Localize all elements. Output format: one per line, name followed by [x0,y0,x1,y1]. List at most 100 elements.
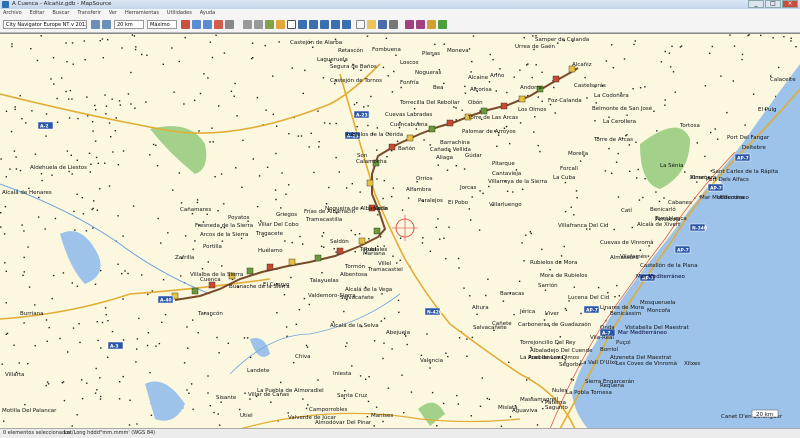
menu-archivo[interactable]: Archivo [0,9,25,18]
road-shield-label: A-23 [356,113,368,119]
route-waypoint[interactable] [552,75,560,83]
window-title: A Cuenca - Alcañiz.gdb - MapSource [12,1,112,7]
route-waypoint[interactable] [480,107,488,115]
back-icon[interactable] [243,20,252,29]
locality-dot [124,270,126,272]
find-places-icon[interactable] [427,20,436,29]
locality-dot [65,90,67,93]
route-waypoint[interactable] [358,237,366,245]
route-waypoint[interactable] [266,263,274,271]
locality-dot [303,297,306,300]
menu-herramientas[interactable]: Herramientas [122,9,162,18]
locality-dot [573,214,575,216]
route-waypoint[interactable] [191,287,199,295]
locality-dot [90,163,92,165]
locality-dot [5,333,7,335]
locality-dot [343,310,345,313]
locality-dot [130,71,132,74]
locality-dot [34,345,36,347]
locality-dot [100,347,102,349]
locality-dot [194,240,196,242]
locality-dot [172,189,174,191]
route-waypoint[interactable] [428,125,436,133]
city-label: Calamocha [356,159,387,165]
locality-dot [220,401,222,403]
route-waypoint[interactable] [373,227,381,235]
copy-icon[interactable] [192,20,201,29]
route-waypoint[interactable] [314,254,322,262]
locality-dot [470,219,472,221]
menu-utilidades[interactable]: Utilidades [164,9,195,18]
route-waypoint[interactable] [500,102,508,110]
locality-dot [653,110,655,112]
city-label: Gúdar [465,152,483,159]
maximize-button[interactable]: □ [765,0,781,8]
map-tool-icon[interactable] [342,20,351,29]
route-tool-icon[interactable] [309,20,318,29]
locality-dot [122,150,125,152]
new-icon[interactable] [356,20,365,29]
zoom-select[interactable]: 20 km [114,20,144,29]
properties-icon[interactable] [225,20,234,29]
route-waypoint[interactable] [406,134,414,142]
locality-dot [131,34,134,36]
city-label: Jérica [519,308,535,315]
menu-editar[interactable]: Editar [27,9,48,18]
forward-icon[interactable] [254,20,263,29]
zoom-out-icon[interactable] [102,20,111,29]
minimize-button[interactable]: _ [748,0,764,8]
route-waypoint[interactable] [288,258,296,266]
road-shield-label: AP-7 [737,156,749,162]
route-waypoint[interactable] [246,267,254,275]
locality-dot [198,130,200,132]
open-icon[interactable] [367,20,376,29]
map-svg[interactable]: A-2A-23A-23A-40N-420A-3AP-7AP-7AP-7AP-7A… [0,34,800,429]
city-label: Alcalá de la Vega [345,286,392,293]
locality-dot [94,109,97,111]
selection-tool-icon[interactable] [287,20,296,29]
locality-dot [46,381,49,383]
locality-dot [323,246,325,248]
app-icon [2,1,9,8]
locality-dot [14,108,16,111]
close-button[interactable]: × [782,0,798,8]
menu-ver[interactable]: Ver [106,9,120,18]
map-product-select[interactable]: City Navigator Europe NT v 2013.1 [3,20,87,29]
locality-dot [674,91,676,93]
paste-icon[interactable] [203,20,212,29]
menu-transferir[interactable]: Transferir [74,9,104,18]
route-waypoint[interactable] [446,119,454,127]
locality-dot [368,376,370,378]
locality-dot [322,77,325,79]
undo-icon[interactable] [181,20,190,29]
send-to-device-icon[interactable] [416,20,425,29]
zoom-tool-icon[interactable] [265,20,274,29]
menu-ayuda[interactable]: Ayuda [197,9,218,18]
detail-select[interactable]: Máximo [147,20,177,29]
waypoint-tool-icon[interactable] [298,20,307,29]
locality-dot [256,96,259,99]
locality-dot [68,170,70,173]
print-icon[interactable] [389,20,398,29]
locality-dot [108,122,111,124]
map-canvas[interactable]: A-2 A-23 A-23 A-40 N-420 A-3 AP-7 AP-7 AP-7 AP-7 A… [0,33,800,429]
locality-dot [560,255,563,257]
menu-buscar[interactable]: Buscar [49,9,72,18]
hand-tool-icon[interactable] [276,20,285,29]
route-waypoint[interactable] [336,247,344,255]
track-tool-icon[interactable] [320,20,329,29]
route-waypoint[interactable] [366,179,374,187]
zoom-in-icon[interactable] [91,20,100,29]
delete-icon[interactable] [214,20,223,29]
locality-dot [629,170,631,172]
save-icon[interactable] [378,20,387,29]
route-waypoint[interactable] [518,95,526,103]
google-earth-icon[interactable] [438,20,447,29]
locality-dot [211,56,214,59]
city-label: Segura de Baños [330,64,377,70]
distance-tool-icon[interactable] [331,20,340,29]
locality-dot [495,90,497,92]
receive-from-device-icon[interactable] [405,20,414,29]
route-waypoint[interactable] [388,143,396,151]
city-label: Ariño [490,73,505,79]
